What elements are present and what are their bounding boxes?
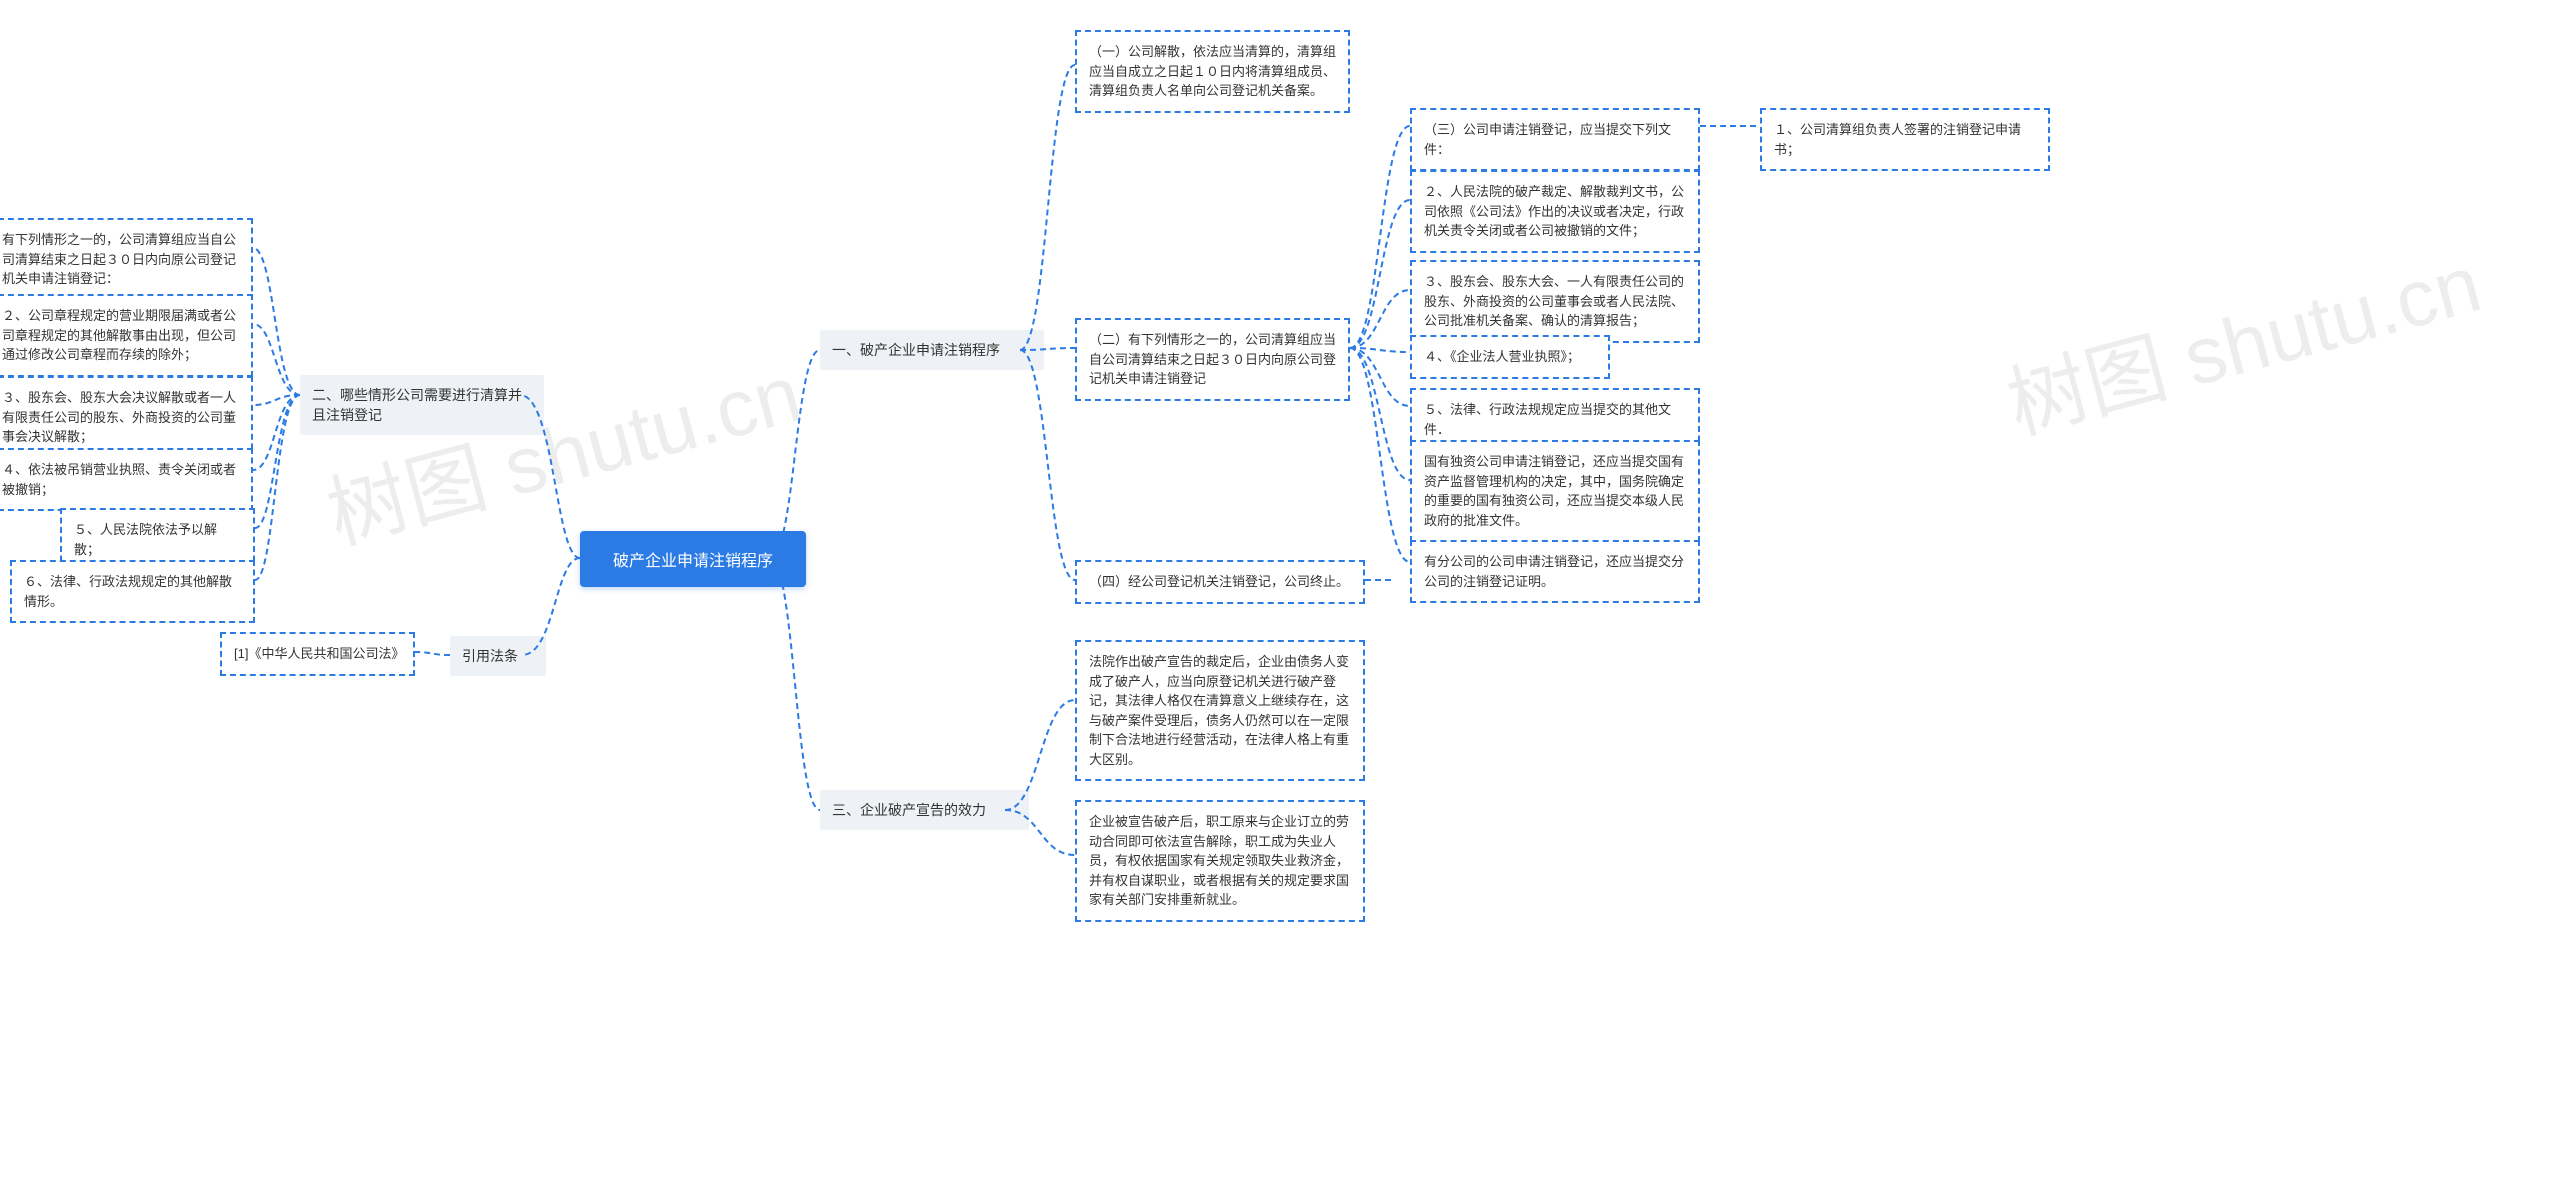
watermark: 树图 shutu.cn [1993,219,2491,456]
root-node[interactable]: 破产企业申请注销程序 [580,531,806,587]
section-3-title[interactable]: 三、企业破产宣告的效力 [820,790,1029,830]
s1n2-c4[interactable]: ４、《企业法人营业执照》； [1410,335,1610,379]
ref-title[interactable]: 引用法条 [450,636,546,676]
s2-i3[interactable]: ３、股东会、股东大会决议解散或者一人有限责任公司的股东、外商投资的公司董事会决议… [0,376,253,459]
ref-i1[interactable]: [1]《中华人民共和国公司法》 [220,632,415,676]
s2-i2[interactable]: ２、公司章程规定的营业期限届满或者公司章程规定的其他解散事由出现，但公司通过修改… [0,294,253,377]
s1-item-4[interactable]: （四）经公司登记机关注销登记，公司终止。 [1075,560,1365,604]
s1n2-c2[interactable]: ２、人民法院的破产裁定、解散裁判文书，公司依照《公司法》作出的决议或者决定，行政… [1410,170,1700,253]
s1n2-c3-i1[interactable]: １、公司清算组负责人签署的注销登记申请书； [1760,108,2050,171]
s2-i4[interactable]: ４、依法被吊销营业执照、责令关闭或者被撤销； [0,448,253,511]
s1n2-c3-title[interactable]: （三）公司申请注销登记，应当提交下列文件： [1410,108,1700,171]
s2-i6[interactable]: ６、法律、行政法规规定的其他解散情形。 [10,560,255,623]
section-1-title[interactable]: 一、破产企业申请注销程序 [820,330,1044,370]
s1n2-c7[interactable]: 有分公司的公司申请注销登记，还应当提交分公司的注销登记证明。 [1410,540,1700,603]
s1-item-2[interactable]: （二）有下列情形之一的，公司清算组应当自公司清算结束之日起３０日内向原公司登记机… [1075,318,1350,401]
s2-intro[interactable]: 有下列情形之一的，公司清算组应当自公司清算结束之日起３０日内向原公司登记机关申请… [0,218,253,301]
s3-p2[interactable]: 企业被宣告破产后，职工原来与企业订立的劳动合同即可依法宣告解除，职工成为失业人员… [1075,800,1365,922]
s1n2-c6[interactable]: 国有独资公司申请注销登记，还应当提交国有资产监督管理机构的决定，其中，国务院确定… [1410,440,1700,542]
s1n2-c3b[interactable]: ３、股东会、股东大会、一人有限责任公司的股东、外商投资的公司董事会或者人民法院、… [1410,260,1700,343]
s1-item-1[interactable]: （一）公司解散，依法应当清算的，清算组应当自成立之日起１０日内将清算组成员、清算… [1075,30,1350,113]
s3-p1[interactable]: 法院作出破产宣告的裁定后，企业由债务人变成了破产人，应当向原登记机关进行破产登记… [1075,640,1365,781]
section-2-title[interactable]: 二、哪些情形公司需要进行清算并且注销登记 [300,375,544,435]
